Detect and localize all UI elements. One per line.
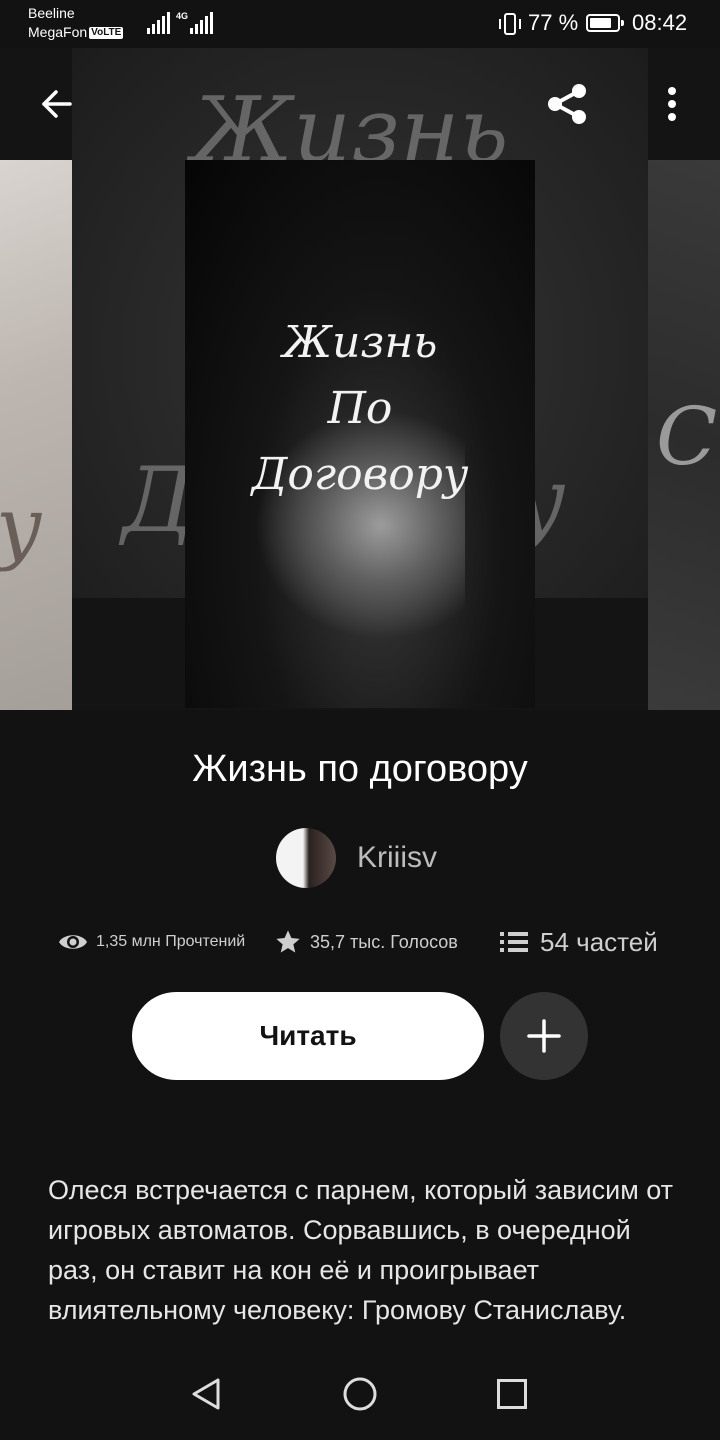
signal-1-icon bbox=[147, 12, 170, 34]
share-icon bbox=[548, 84, 586, 124]
more-vertical-icon bbox=[668, 87, 676, 121]
next-cover-text: С bbox=[656, 390, 718, 483]
previous-cover[interactable]: у bbox=[0, 160, 72, 710]
book-cover[interactable]: Жизнь По Договору bbox=[185, 160, 535, 708]
views-stat: 1,35 млн Прочтений bbox=[58, 922, 245, 962]
more-options-button[interactable] bbox=[648, 80, 696, 128]
cover-carousel[interactable]: Жизнь Договору у С Жизнь По Договору bbox=[0, 48, 720, 710]
plus-icon bbox=[527, 1019, 561, 1053]
nav-back-button[interactable] bbox=[182, 1370, 230, 1418]
add-to-library-button[interactable] bbox=[500, 992, 588, 1080]
triangle-back-icon bbox=[192, 1378, 220, 1410]
battery-icon bbox=[586, 14, 624, 32]
list-icon bbox=[500, 932, 528, 952]
vibrate-icon bbox=[499, 13, 521, 35]
back-button[interactable] bbox=[32, 80, 80, 128]
volte-badge: VoLTE bbox=[89, 27, 124, 40]
nav-recents-button[interactable] bbox=[488, 1370, 536, 1418]
next-cover[interactable]: С bbox=[648, 160, 720, 710]
network-type: 4G bbox=[176, 11, 189, 21]
system-navigation-bar bbox=[0, 1350, 720, 1440]
square-recents-icon bbox=[497, 1379, 527, 1409]
carrier-2: MegaFon bbox=[28, 24, 88, 40]
votes-count: 35,7 тыс. Голосов bbox=[310, 931, 458, 952]
carrier-info: Beeline MegaFon VoLTE bbox=[28, 4, 124, 42]
cover-title-line-1: Жизнь bbox=[282, 317, 438, 368]
nav-home-button[interactable] bbox=[336, 1370, 384, 1418]
story-title: Жизнь по договору bbox=[192, 748, 528, 790]
story-description: Олеся встречается с парнем, который зави… bbox=[48, 1175, 674, 1325]
previous-cover-text: у bbox=[0, 480, 43, 573]
share-button[interactable] bbox=[543, 80, 591, 128]
star-icon bbox=[276, 930, 300, 953]
circle-home-icon bbox=[343, 1377, 377, 1411]
battery-percent: 77 % bbox=[528, 10, 579, 35]
parts-stat[interactable]: 54 частей bbox=[500, 922, 658, 962]
carrier-1: Beeline bbox=[28, 5, 75, 21]
parts-count[interactable]: 54 частей bbox=[540, 927, 658, 958]
views-count: 1,35 млн Прочтений bbox=[96, 933, 246, 950]
cover-title-line-2: По bbox=[327, 383, 393, 434]
arrow-left-icon bbox=[42, 90, 72, 118]
read-button[interactable]: Читать bbox=[132, 992, 484, 1080]
signal-2-icon bbox=[190, 12, 213, 34]
author-row[interactable]: Kriiisv bbox=[276, 828, 437, 888]
clock: 08:42 bbox=[632, 10, 688, 35]
author-name[interactable]: Kriiisv bbox=[357, 841, 437, 875]
author-avatar[interactable] bbox=[276, 828, 336, 888]
status-bar: Beeline MegaFon VoLTE 4G 77 % 08:42 bbox=[0, 0, 720, 48]
votes-stat: 35,7 тыс. Голосов bbox=[274, 922, 458, 962]
eye-icon bbox=[59, 935, 87, 949]
cover-title: Жизнь По Договору bbox=[185, 310, 535, 508]
cover-title-line-3: Договору bbox=[251, 449, 469, 500]
